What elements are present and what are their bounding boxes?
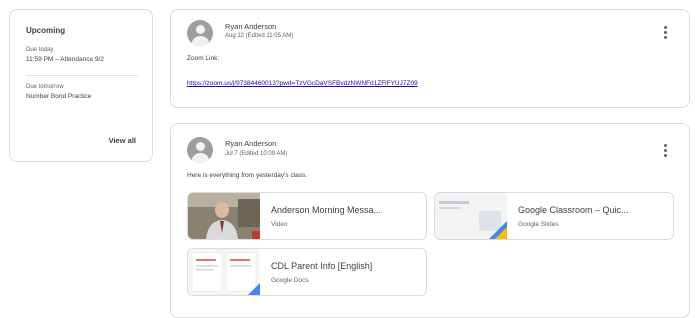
avatar bbox=[187, 20, 213, 46]
slides-thumbnail bbox=[435, 193, 507, 239]
zoom-link[interactable]: https://zoom.us/j/97384460013?pwd=TzVGcD… bbox=[187, 80, 418, 87]
upcoming-title: Upcoming bbox=[26, 26, 66, 35]
attachment-title: CDL Parent Info [English] bbox=[271, 261, 373, 271]
attachment-title: Anderson Morning Messa... bbox=[271, 205, 382, 215]
attachment-title: Google Classroom – Quic... bbox=[518, 205, 629, 215]
upcoming-card: Upcoming Due today 11:59 PM – Attendance… bbox=[9, 9, 153, 162]
video-thumbnail bbox=[188, 193, 260, 239]
more-options-icon[interactable] bbox=[664, 26, 667, 40]
more-options-icon[interactable] bbox=[664, 144, 667, 158]
attachment-video[interactable]: Anderson Morning Messa... Video bbox=[187, 192, 427, 240]
post-text: Zoom Link: bbox=[187, 55, 220, 62]
attachment-slides[interactable]: Google Classroom – Quic... Google Slides bbox=[434, 192, 674, 240]
post-date: Jul 7 (Edited 10:09 AM) bbox=[225, 151, 288, 157]
upcoming-item-attendance[interactable]: 11:59 PM – Attendance 9/2 bbox=[26, 56, 138, 63]
avatar bbox=[187, 137, 213, 163]
view-all-link[interactable]: View all bbox=[109, 136, 136, 145]
upcoming-item-number-bond[interactable]: Number Bond Practice bbox=[26, 93, 138, 100]
stream-post: Ryan Anderson Jul 7 (Edited 10:09 AM) He… bbox=[170, 123, 690, 318]
stream-post: Ryan Anderson Aug 12 (Edited 11:05 AM) Z… bbox=[170, 9, 690, 108]
post-author: Ryan Anderson bbox=[225, 22, 277, 31]
due-label: Due today bbox=[26, 47, 54, 53]
post-author: Ryan Anderson bbox=[225, 139, 277, 148]
post-text: Here is everything from yesterday's clas… bbox=[187, 172, 308, 179]
attachment-type: Google Slides bbox=[518, 221, 559, 228]
due-label: Due tomorrow bbox=[26, 84, 64, 90]
divider bbox=[26, 75, 138, 76]
attachment-type: Google Docs bbox=[271, 277, 309, 284]
post-date: Aug 12 (Edited 11:05 AM) bbox=[225, 33, 294, 39]
docs-thumbnail bbox=[188, 249, 260, 295]
attachment-docs[interactable]: CDL Parent Info [English] Google Docs bbox=[187, 248, 427, 296]
attachment-type: Video bbox=[271, 221, 288, 228]
